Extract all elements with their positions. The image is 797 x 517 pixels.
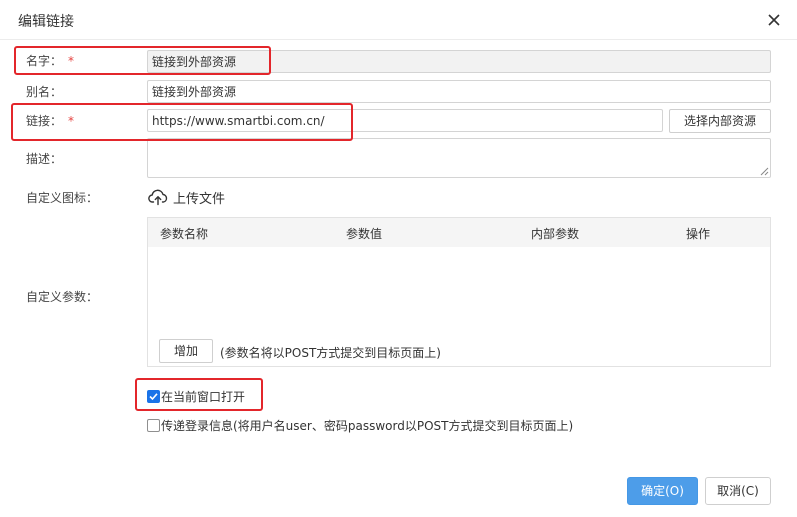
- open-current-window-checkbox[interactable]: [147, 390, 160, 403]
- name-label-text: 名字：: [26, 54, 63, 68]
- close-icon[interactable]: [764, 10, 784, 30]
- alias-field[interactable]: [147, 80, 771, 103]
- open-current-window-label: 在当前窗口打开: [161, 390, 246, 404]
- upload-file-label: 上传文件: [173, 191, 226, 207]
- pass-login-info-checkbox[interactable]: [147, 419, 160, 432]
- icon-label: 自定义图标：: [26, 191, 99, 205]
- add-param-button[interactable]: 增加: [159, 339, 213, 363]
- description-field[interactable]: [147, 138, 771, 178]
- cancel-button[interactable]: 取消(C): [705, 477, 771, 505]
- name-label: 名字： *: [26, 53, 74, 69]
- checkmark-icon: [149, 393, 158, 401]
- dialog-header: 编辑链接: [0, 0, 797, 40]
- alias-label: 别名：: [26, 85, 63, 99]
- name-required-mark: *: [68, 54, 75, 68]
- description-label: 描述：: [26, 152, 63, 166]
- open-current-window-option[interactable]: 在当前窗口打开: [147, 388, 245, 405]
- cloud-upload-icon: [148, 189, 168, 206]
- params-table-header: 参数名称 参数值 内部参数 操作: [148, 218, 770, 247]
- column-internal-param: 内部参数: [531, 227, 580, 241]
- params-table: 参数名称 参数值 内部参数 操作 增加 (参数名将以POST方式提交到目标页面上…: [147, 217, 771, 367]
- name-field[interactable]: [147, 50, 771, 73]
- params-label: 自定义参数：: [26, 290, 99, 304]
- link-label: 链接： *: [26, 113, 74, 129]
- select-internal-resource-button[interactable]: 选择内部资源: [669, 109, 771, 133]
- dialog-title: 编辑链接: [18, 14, 74, 30]
- column-param-value: 参数值: [346, 227, 383, 241]
- link-label-text: 链接：: [26, 114, 63, 128]
- upload-file-button[interactable]: 上传文件: [148, 187, 225, 207]
- column-param-name: 参数名称: [160, 227, 209, 241]
- column-operation: 操作: [686, 227, 711, 241]
- link-field[interactable]: [147, 109, 663, 132]
- link-required-mark: *: [68, 114, 75, 128]
- pass-login-info-label: 传递登录信息(将用户名user、密码password以POST方式提交到目标页面…: [161, 419, 574, 433]
- add-param-hint: (参数名将以POST方式提交到目标页面上): [220, 346, 441, 360]
- ok-button[interactable]: 确定(O): [627, 477, 698, 505]
- pass-login-info-option[interactable]: 传递登录信息(将用户名user、密码password以POST方式提交到目标页面…: [147, 417, 573, 434]
